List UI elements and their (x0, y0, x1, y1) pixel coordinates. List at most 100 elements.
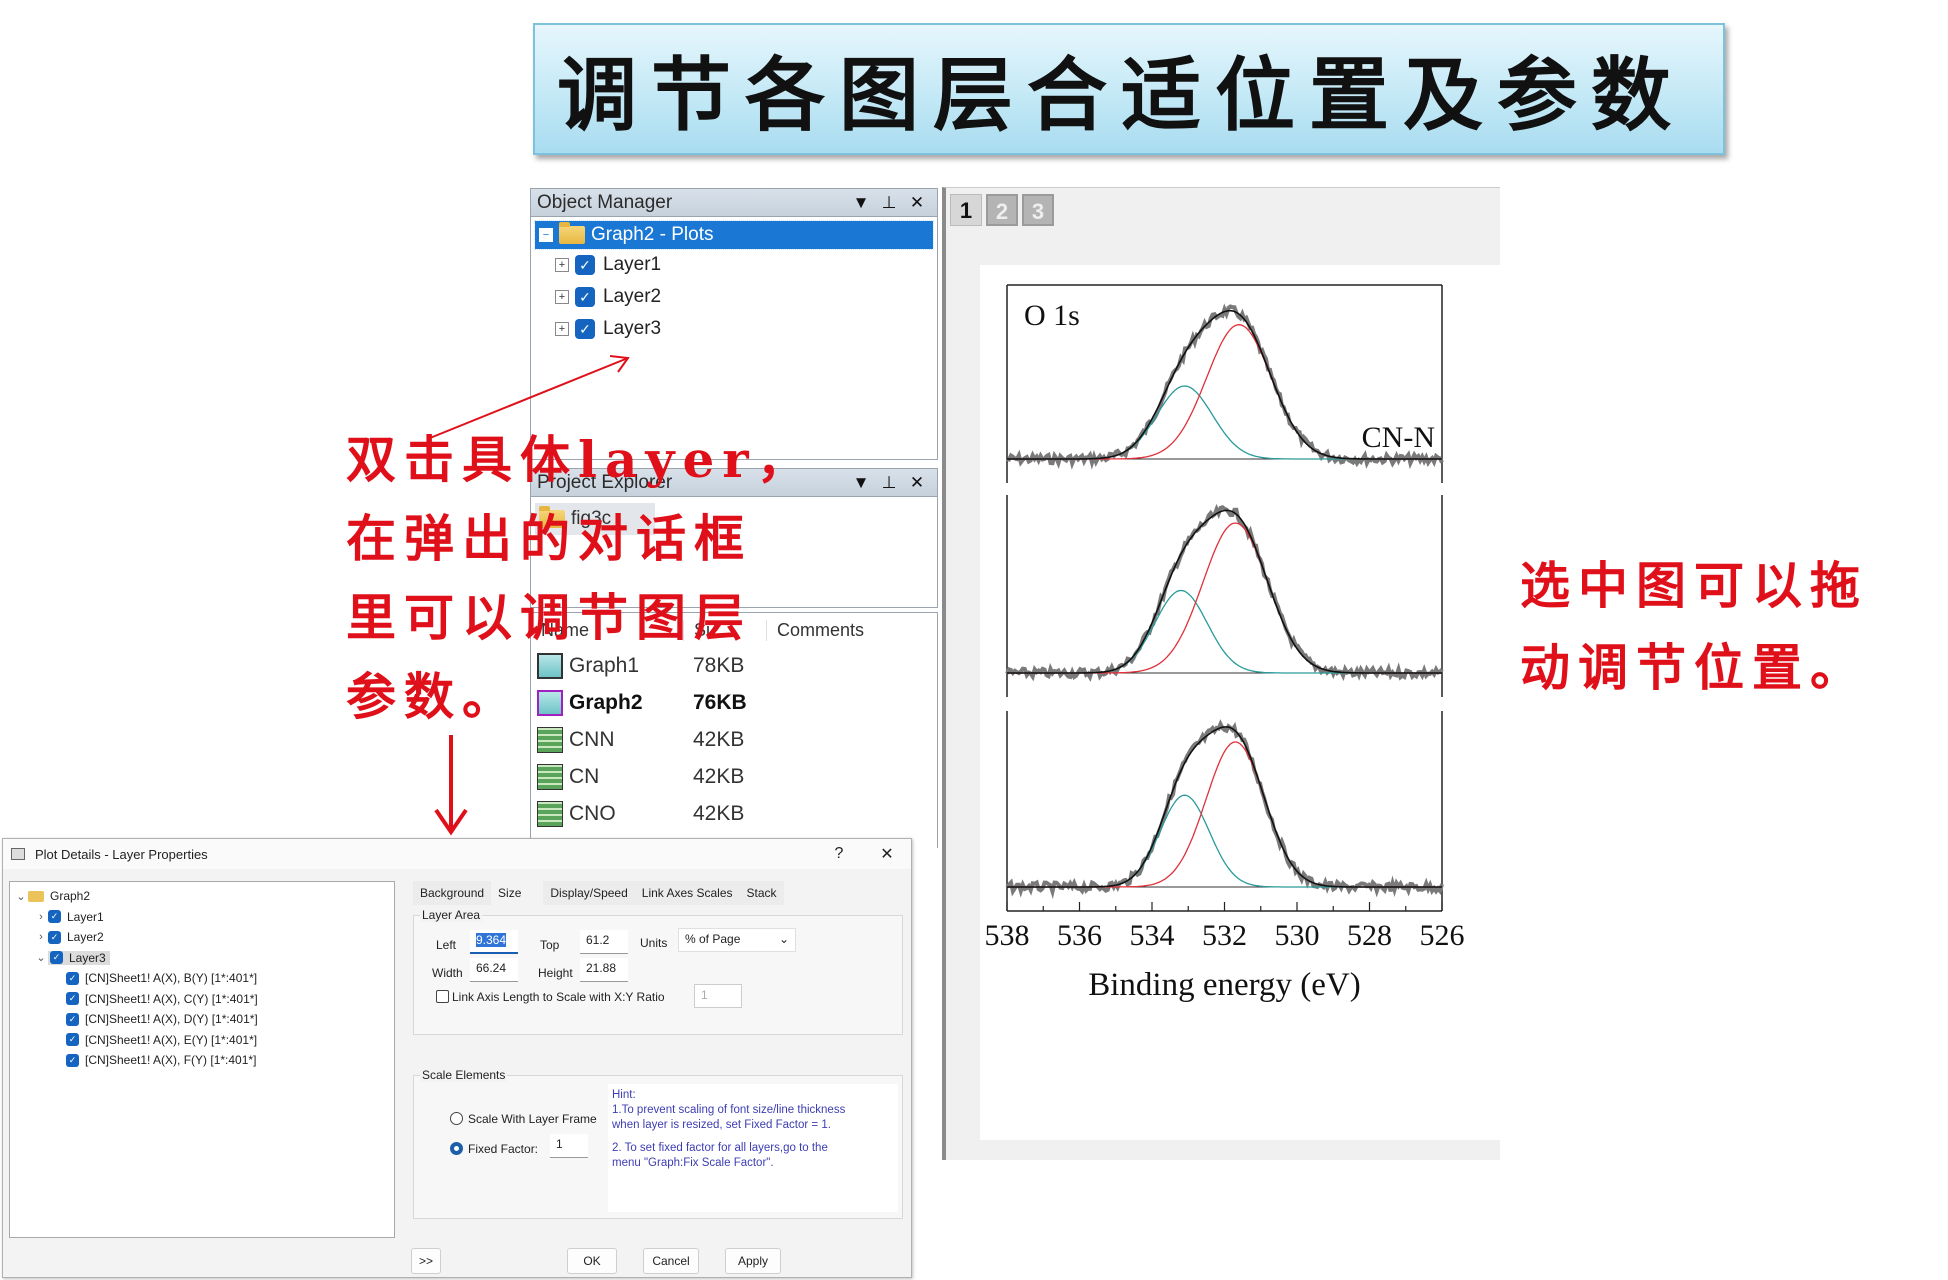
dialog-title: Plot Details - Layer Properties (35, 846, 208, 862)
expand-icon[interactable]: + (555, 258, 569, 272)
tab-stack[interactable]: Stack (739, 881, 784, 905)
tree-node-plot[interactable]: ✓ [CN]Sheet1! A(X), E(Y) [1*:401*] (14, 1030, 390, 1051)
dropdown-icon[interactable]: ▼ (847, 193, 875, 213)
layer-label: Layer3 (603, 318, 662, 339)
apply-button[interactable]: Apply (725, 1248, 781, 1274)
top-input[interactable]: 61.2 (580, 930, 628, 954)
chevron-down-icon[interactable]: ⌄ (14, 890, 28, 903)
checkbox-checked-icon[interactable]: ✓ (50, 951, 63, 965)
layer-tree: ⌄ Graph2 › ✓ Layer1 › ✓ Layer2 ⌄ ✓ Layer… (9, 881, 395, 1238)
tree-node-layer3[interactable]: ⌄ ✓ Layer3 (14, 948, 390, 969)
tree-node-plot[interactable]: ✓ [CN]Sheet1! A(X), F(Y) [1*:401*] (14, 1050, 390, 1071)
tree-root-graph2[interactable]: − Graph2 - Plots (534, 220, 934, 250)
close-icon[interactable]: ✕ (903, 193, 931, 213)
layer-label: Layer1 (603, 254, 662, 275)
link-axis-checkbox[interactable] (436, 990, 449, 1003)
chevron-down-icon: ⌄ (778, 932, 789, 946)
chevron-right-icon[interactable]: › (34, 931, 48, 943)
checkbox-checked-icon[interactable]: ✓ (575, 255, 595, 275)
ratio-input[interactable]: 1 (694, 984, 742, 1008)
plot-label: [CN]Sheet1! A(X), D(Y) [1*:401*] (85, 1012, 258, 1027)
tree-node-layer1[interactable]: › ✓ Layer1 (14, 907, 390, 928)
tree-node-layer2[interactable]: › ✓ Layer2 (14, 927, 390, 948)
collapse-icon[interactable]: − (539, 228, 553, 242)
left-input[interactable]: 9.364 (470, 930, 518, 954)
fit-component-line (1007, 589, 1442, 674)
tab-background[interactable]: Background (413, 881, 492, 905)
file-name: CN (569, 764, 600, 788)
tree-node-plot[interactable]: ✓ [CN]Sheet1! A(X), D(Y) [1*:401*] (14, 1009, 390, 1030)
checkbox-checked-icon[interactable]: ✓ (66, 1033, 79, 1047)
checkbox-checked-icon[interactable]: ✓ (66, 1012, 79, 1026)
x-tick-label: 536 (1057, 919, 1102, 952)
x-tick-label: 532 (1202, 919, 1247, 952)
cancel-button[interactable]: Cancel (643, 1248, 699, 1274)
fixed-factor-radio[interactable] (450, 1142, 463, 1155)
plot-label: [CN]Sheet1! A(X), C(Y) [1*:401*] (85, 991, 258, 1006)
expand-icon[interactable]: + (555, 322, 569, 336)
layer-tab-3[interactable]: 3 (1022, 194, 1054, 226)
units-select[interactable]: % of Page ⌄ (678, 928, 796, 952)
chevron-right-icon[interactable]: › (34, 911, 48, 923)
tree-node-graph2[interactable]: ⌄ Graph2 (14, 886, 390, 907)
tree-root-label: Graph2 - Plots (591, 224, 714, 245)
checkbox-checked-icon[interactable]: ✓ (66, 971, 79, 985)
checkbox-checked-icon[interactable]: ✓ (48, 910, 61, 924)
fit-envelope-line (1007, 509, 1442, 674)
graph-window: 1 2 3 O 1s CN-N 538 536 534 532 530 528 526 Bindi… (942, 187, 1504, 1160)
chevron-down-icon[interactable]: ⌄ (34, 951, 48, 964)
layer-tab-1[interactable]: 1 (950, 194, 982, 226)
tree-node-label: Graph2 (50, 889, 91, 904)
tab-link-axes-scales[interactable]: Link Axes Scales (634, 881, 740, 905)
xps-chart[interactable]: O 1s CN-N 538 536 534 532 530 528 526 Binding ene… (980, 265, 1504, 1140)
annotation-line: 参数。 (346, 667, 520, 726)
pin-icon[interactable]: ⊥ (875, 193, 903, 213)
layer-tab-2[interactable]: 2 (986, 194, 1018, 226)
close-button[interactable]: ✕ (863, 844, 911, 864)
width-input[interactable]: 66.24 (470, 958, 518, 982)
dialog-tabs: Background Size Display/Speed Link Axes … (413, 881, 784, 905)
left-label: Left (436, 938, 457, 952)
checkbox-checked-icon[interactable]: ✓ (575, 319, 595, 339)
layer-tabs: 1 2 3 (950, 194, 1058, 226)
window-icon (11, 848, 25, 860)
pin-icon[interactable]: ⊥ (875, 473, 903, 493)
checkbox-checked-icon[interactable]: ✓ (48, 930, 61, 944)
sample-label: CN-N (1362, 421, 1435, 454)
height-label: Height (538, 966, 573, 980)
raw-data-line (1005, 719, 1444, 900)
tree-node-plot[interactable]: ✓ [CN]Sheet1! A(X), B(Y) [1*:401*] (14, 968, 390, 989)
ok-button[interactable]: OK (567, 1248, 617, 1274)
plot-label: [CN]Sheet1! A(X), E(Y) [1*:401*] (85, 1032, 258, 1047)
scale-with-frame-label: Scale With Layer Frame (468, 1112, 597, 1126)
checkbox-checked-icon[interactable]: ✓ (575, 287, 595, 307)
file-row-cn[interactable]: CN 42KB (531, 758, 937, 795)
help-button[interactable]: ? (815, 845, 863, 863)
file-size: 42KB (693, 801, 745, 825)
object-tree: − Graph2 - Plots + ✓ Layer1 + ✓ Layer2 +… (531, 217, 937, 349)
tab-size[interactable]: Size (491, 881, 544, 905)
x-tick-label: 538 (985, 919, 1030, 952)
tree-item-layer2[interactable]: + ✓ Layer2 (535, 281, 933, 313)
scale-elements-group: Scale Elements Scale With Layer Frame Fi… (413, 1068, 903, 1219)
fixed-factor-input[interactable]: 1 (550, 1134, 588, 1158)
units-label: Units (640, 936, 668, 950)
object-manager-header: Object Manager ▼ ⊥ ✕ (531, 189, 937, 217)
folder-icon (28, 890, 44, 902)
close-icon[interactable]: ✕ (903, 473, 931, 493)
tree-item-layer3[interactable]: + ✓ Layer3 (535, 313, 933, 345)
height-input[interactable]: 21.88 (580, 958, 628, 982)
scale-with-frame-radio[interactable] (450, 1112, 463, 1125)
expand-icon[interactable]: + (555, 290, 569, 304)
more-button[interactable]: >> (411, 1248, 441, 1274)
checkbox-checked-icon[interactable]: ✓ (66, 1053, 79, 1067)
group-title: Scale Elements (420, 1068, 508, 1082)
file-row-cno[interactable]: CNO 42KB (531, 795, 937, 832)
worksheet-icon (537, 800, 563, 827)
graph-page[interactable]: O 1s CN-N 538 536 534 532 530 528 526 Binding ene… (980, 265, 1504, 1140)
checkbox-checked-icon[interactable]: ✓ (66, 992, 79, 1006)
tree-item-layer1[interactable]: + ✓ Layer1 (535, 249, 933, 281)
tab-display-speed[interactable]: Display/Speed (543, 881, 635, 905)
tree-node-plot[interactable]: ✓ [CN]Sheet1! A(X), C(Y) [1*:401*] (14, 989, 390, 1010)
annotation-right: 选中图可以拖 动调节位置。 (1520, 545, 1940, 709)
